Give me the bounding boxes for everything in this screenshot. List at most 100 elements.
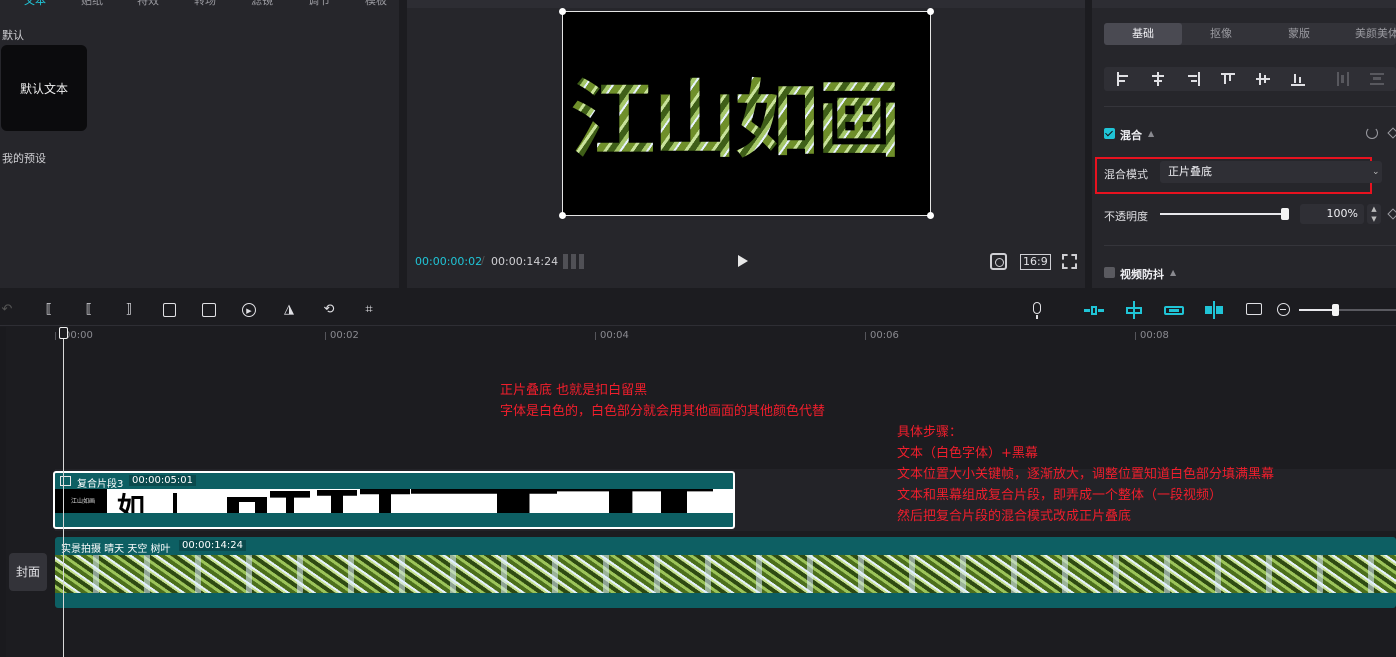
distribute-h-icon: [1336, 72, 1350, 86]
blend-checkbox[interactable]: [1104, 128, 1115, 139]
default-section-label: 默认: [2, 29, 24, 42]
split-icon[interactable]: ⟦: [42, 303, 56, 317]
undo-icon[interactable]: ↶: [0, 303, 14, 317]
player-panel: 江山如画 00:00:00:02 / 00:00:14:24 16:9: [407, 0, 1085, 288]
timeline-toolbar: ↶ ⟦ ⟦ ⟧ ▶ ◮ ⟲ ⌗: [0, 294, 1396, 326]
resize-handle-tr[interactable]: [927, 8, 934, 15]
total-timecode: 00:00:14:24: [491, 255, 559, 268]
freeze-icon[interactable]: [202, 303, 216, 317]
thumbnail-frame: [411, 489, 467, 494]
thumbnail-frame: [609, 489, 661, 513]
zoom-slider-handle[interactable]: [1332, 304, 1339, 316]
resize-handle-bl[interactable]: [559, 212, 566, 219]
annotation-line: 文本位置大小关键帧，逐渐放大，调整位置知道白色部分填满黑幕: [897, 467, 1275, 482]
thumbnail-frame: [467, 489, 507, 513]
ruler-tick: [865, 332, 866, 340]
tab-basic[interactable]: 基础: [1104, 23, 1182, 45]
linkage-icon[interactable]: [1164, 301, 1184, 319]
align-bottom-icon[interactable]: [1291, 72, 1305, 86]
mirror-icon[interactable]: ◮: [282, 303, 296, 317]
default-text-card[interactable]: 默认文本: [1, 45, 87, 131]
preset-section-label: 我的预设: [2, 152, 46, 165]
zoom-out-icon[interactable]: [1277, 303, 1290, 316]
fullscreen-icon[interactable]: [1062, 254, 1077, 269]
thumbnail-frame: [173, 493, 177, 513]
chevron-down-icon[interactable]: ⌄: [1372, 161, 1380, 183]
reverse-icon[interactable]: ▶: [242, 303, 256, 317]
ruler-tick: [55, 332, 56, 340]
resize-handle-tl[interactable]: [559, 8, 566, 15]
tab-effects[interactable]: 特效: [137, 0, 159, 8]
thumbnail-frame: [270, 491, 310, 513]
video-clip[interactable]: 实景拍摄 晴天 天空 树叶 00:00:14:24: [55, 537, 1396, 608]
preview-title-text: 江山如画: [571, 70, 921, 170]
grid-icon[interactable]: [563, 254, 585, 269]
library-panel: 文本 贴纸 特效 转场 滤镜 调节 模板 默认 默认文本 我的预设: [0, 0, 399, 288]
cover-button[interactable]: 封面: [9, 553, 47, 591]
aspect-ratio-button[interactable]: 16:9: [1020, 254, 1051, 270]
annotation-line: 然后把复合片段的混合模式改成正片叠底: [897, 509, 1132, 524]
player-header: [407, 0, 1085, 8]
annotation-note-1: 正片叠底 也就是扣白留黑 字体是白色的，白色部分就会用其他画面的其他颜色代替: [500, 380, 825, 422]
resize-handle-br[interactable]: [927, 212, 934, 219]
ruler-tick: [325, 332, 326, 340]
ruler-label: 00:04: [600, 330, 629, 341]
rotate-icon[interactable]: ⟲: [322, 303, 336, 317]
ruler-label: 00:08: [1140, 330, 1169, 341]
auto-snap-icon[interactable]: [1124, 301, 1144, 319]
tab-transitions[interactable]: 转场: [194, 0, 216, 8]
tab-filters[interactable]: 滤镜: [251, 0, 273, 8]
tab-text[interactable]: 文本: [24, 0, 46, 8]
annotation-line: 字体是白色的，白色部分就会用其他画面的其他颜色代替: [500, 404, 826, 419]
time-ruler[interactable]: 00:00 00:02 00:04 00:06 00:08: [0, 327, 1396, 345]
thumbnail-frame: [317, 490, 357, 513]
tab-cutout[interactable]: 抠像: [1182, 23, 1260, 45]
thumbnail-frame: [661, 489, 713, 513]
compound-clip[interactable]: 复合片段3 00:00:05:01 江山如画 如: [53, 471, 735, 529]
stabilize-checkbox[interactable]: [1104, 267, 1115, 278]
caret-up-icon[interactable]: ▲: [1148, 129, 1154, 138]
annotation-line: 文本（白色字体）+黑幕: [897, 446, 1038, 461]
opacity-stepper[interactable]: ▲ ▼: [1367, 204, 1381, 224]
opacity-label: 不透明度: [1104, 210, 1148, 223]
preview-canvas[interactable]: 江山如画: [559, 8, 934, 219]
reset-icon[interactable]: [1366, 127, 1378, 139]
crop-icon[interactable]: ⌗: [362, 303, 376, 317]
compound-clip-thumbnails: 江山如画 如: [55, 489, 733, 513]
keyframe-icon[interactable]: [1387, 127, 1396, 139]
tab-adjust[interactable]: 调节: [308, 0, 330, 8]
library-tabs: 文本 贴纸 特效 转场 滤镜 调节 模板: [0, 0, 399, 8]
align-right-icon[interactable]: [1186, 72, 1200, 86]
align-center-h-icon[interactable]: [1151, 72, 1165, 86]
microphone-icon[interactable]: [1033, 302, 1041, 319]
opacity-input[interactable]: 100%: [1300, 204, 1364, 224]
main-track-magnet-icon[interactable]: [1084, 301, 1104, 319]
tab-beauty[interactable]: 美颜美体: [1338, 23, 1396, 45]
opacity-slider[interactable]: [1160, 213, 1284, 215]
align-center-v-icon[interactable]: [1256, 72, 1270, 86]
tab-stickers[interactable]: 贴纸: [81, 0, 103, 8]
thumbnail-frame: [360, 489, 410, 513]
tab-templates[interactable]: 模板: [365, 0, 387, 8]
inspector-panel: 基础 抠像 蒙版 美颜美体 混合 ▲ 混合模式 正片叠底 ⌄ 不透明度 100%…: [1092, 0, 1396, 288]
tab-mask[interactable]: 蒙版: [1260, 23, 1338, 45]
delete-icon[interactable]: [163, 303, 176, 317]
preview-axis-icon[interactable]: [1204, 301, 1224, 319]
align-left-icon[interactable]: [1116, 72, 1130, 86]
play-icon[interactable]: [738, 255, 748, 267]
align-toolbar: [1104, 67, 1396, 91]
keyframe-icon[interactable]: [1387, 208, 1396, 220]
playhead-handle[interactable]: [59, 327, 68, 339]
preview-toggle-icon[interactable]: [1246, 303, 1262, 315]
blend-mode-select[interactable]: 正片叠底: [1160, 161, 1382, 183]
playhead-line[interactable]: [63, 327, 64, 657]
caret-up-icon[interactable]: ▲: [1170, 268, 1176, 277]
opacity-slider-handle[interactable]: [1281, 208, 1289, 220]
blend-section-title: 混合: [1120, 129, 1142, 142]
split-right-icon[interactable]: ⟧: [122, 303, 136, 317]
zoom-fit-icon[interactable]: [990, 253, 1007, 270]
distribute-v-icon: [1370, 72, 1384, 86]
timecode-separator: /: [481, 254, 485, 267]
align-top-icon[interactable]: [1221, 72, 1235, 86]
split-left-icon[interactable]: ⟦: [82, 303, 96, 317]
